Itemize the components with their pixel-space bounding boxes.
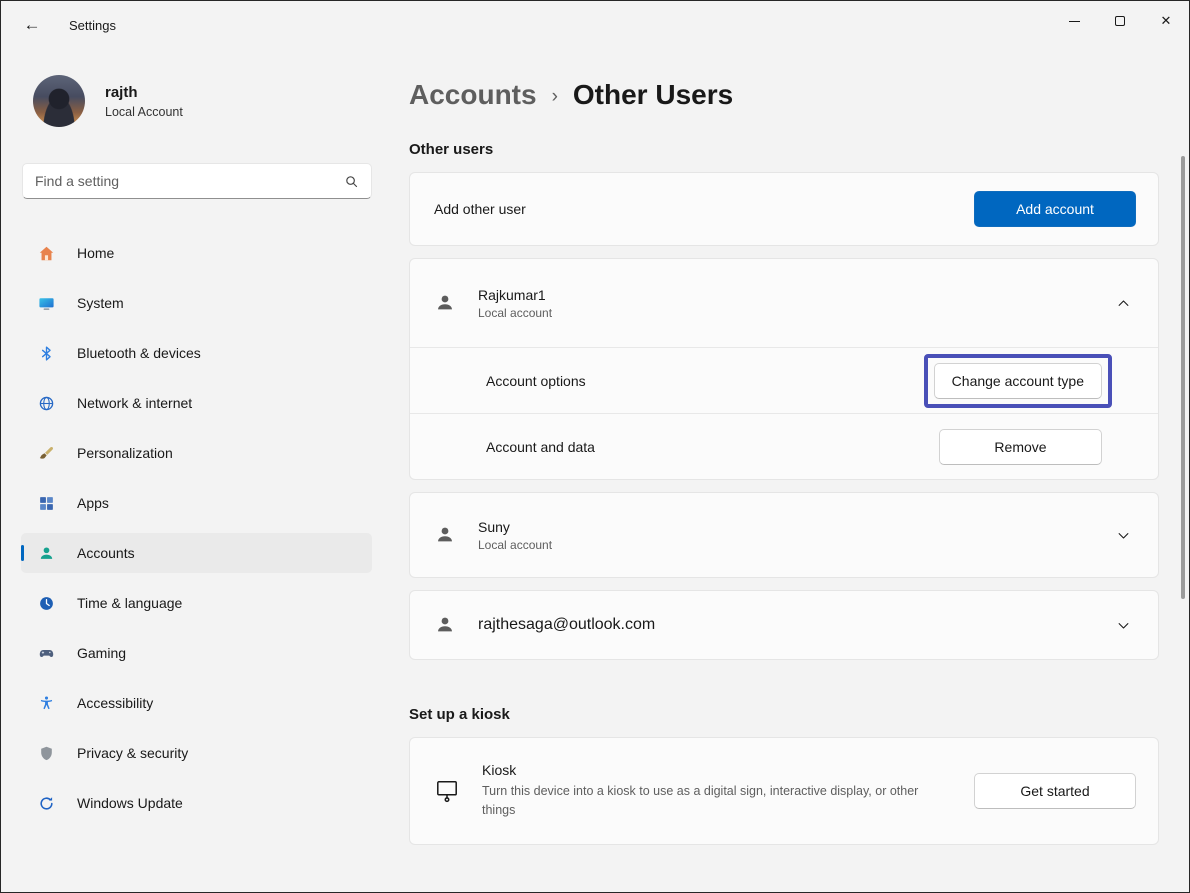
account-expander-rajkumar1: Rajkumar1 Local account Account options … (409, 258, 1159, 480)
sidebar-item-label: Time & language (77, 595, 182, 611)
time-language-icon (38, 595, 55, 612)
accessibility-icon (38, 695, 55, 712)
account-subtitle: Local account (478, 538, 552, 552)
personalization-icon (38, 445, 55, 462)
kiosk-title: Kiosk (482, 762, 952, 778)
sidebar-item-accessibility[interactable]: Accessibility (21, 683, 372, 723)
main-content: Accounts › Other Users Other users Add o… (391, 49, 1189, 892)
other-users-heading: Other users (409, 141, 1159, 158)
windows-update-icon (38, 795, 55, 812)
chevron-down-icon[interactable] (1110, 528, 1136, 543)
kiosk-description: Turn this device into a kiosk to use as … (482, 782, 952, 821)
page-title: Other Users (573, 79, 733, 111)
sidebar-item-bluetooth[interactable]: Bluetooth & devices (21, 333, 372, 373)
user-account-type: Local Account (105, 105, 183, 119)
search-icon (344, 174, 359, 189)
sidebar-item-label: Gaming (77, 645, 126, 661)
sidebar-item-label: Accounts (77, 545, 135, 561)
kiosk-heading: Set up a kiosk (409, 706, 1159, 723)
account-name: rajthesaga@outlook.com (478, 616, 655, 634)
close-button[interactable]: ✕ (1143, 1, 1189, 41)
get-started-button[interactable]: Get started (974, 773, 1136, 809)
sidebar-item-system[interactable]: System (21, 283, 372, 323)
search-box[interactable] (22, 163, 372, 199)
breadcrumb: Accounts › Other Users (409, 79, 1159, 111)
sidebar-item-apps[interactable]: Apps (21, 483, 372, 523)
maximize-icon (1115, 16, 1125, 26)
user-icon (434, 524, 456, 546)
account-name: Rajkumar1 (478, 287, 552, 303)
sidebar-item-windows-update[interactable]: Windows Update (21, 783, 372, 823)
apps-icon (38, 495, 55, 512)
user-name: rajth (105, 84, 183, 102)
close-icon: ✕ (1161, 13, 1172, 29)
account-and-data-row: Account and data Remove (410, 413, 1158, 479)
account-row-outlook[interactable]: rajthesaga@outlook.com (409, 590, 1159, 660)
breadcrumb-separator-icon: › (552, 82, 558, 108)
add-account-button[interactable]: Add account (974, 191, 1136, 227)
sidebar-item-time-language[interactable]: Time & language (21, 583, 372, 623)
sidebar-item-label: Windows Update (77, 795, 183, 811)
sidebar-item-accounts[interactable]: Accounts (21, 533, 372, 573)
sidebar-item-network[interactable]: Network & internet (21, 383, 372, 423)
sidebar-item-label: Accessibility (77, 695, 153, 711)
privacy-icon (38, 745, 55, 762)
account-options-label: Account options (486, 373, 586, 389)
sidebar-item-label: Apps (77, 495, 109, 511)
avatar (33, 75, 85, 127)
breadcrumb-accounts[interactable]: Accounts (409, 79, 537, 111)
sidebar-item-personalization[interactable]: Personalization (21, 433, 372, 473)
scrollbar[interactable] (1181, 156, 1185, 599)
system-icon (38, 295, 55, 312)
sidebar-item-gaming[interactable]: Gaming (21, 633, 372, 673)
chevron-up-icon[interactable] (1110, 296, 1136, 311)
back-icon: ← (24, 15, 41, 35)
sidebar-item-label: Privacy & security (77, 745, 188, 761)
account-subtitle: Local account (478, 306, 552, 320)
network-icon (38, 395, 55, 412)
sidebar-item-label: Network & internet (77, 395, 192, 411)
accounts-icon (38, 545, 55, 562)
window-title: Settings (69, 18, 116, 33)
add-other-user-label: Add other user (434, 201, 526, 217)
account-name: Suny (478, 519, 552, 535)
remove-button[interactable]: Remove (939, 429, 1102, 465)
sidebar-item-privacy-security[interactable]: Privacy & security (21, 733, 372, 773)
sidebar-nav: Home System Bluetooth & devices (1, 233, 391, 833)
home-icon (38, 245, 55, 262)
titlebar: ← Settings ✕ (1, 1, 1189, 49)
sidebar-item-label: Home (77, 245, 114, 261)
search-input[interactable] (35, 173, 335, 189)
account-header-rajkumar1[interactable]: Rajkumar1 Local account (410, 259, 1158, 347)
account-and-data-label: Account and data (486, 439, 595, 455)
back-button[interactable]: ← (15, 8, 49, 42)
bluetooth-icon (38, 345, 55, 362)
kiosk-icon (434, 778, 460, 804)
user-icon (434, 614, 456, 636)
sidebar-item-home[interactable]: Home (21, 233, 372, 273)
account-row-suny[interactable]: Suny Local account (409, 492, 1159, 578)
account-options-row: Account options Change account type (410, 347, 1158, 413)
sidebar-item-label: Bluetooth & devices (77, 345, 201, 361)
gaming-icon (38, 645, 55, 662)
settings-window: ← Settings ✕ rajth Local Account (0, 0, 1190, 893)
sidebar-item-label: System (77, 295, 124, 311)
add-other-user-row: Add other user Add account (409, 172, 1159, 246)
maximize-button[interactable] (1097, 1, 1143, 41)
user-icon (434, 292, 456, 314)
minimize-icon (1069, 21, 1080, 22)
minimize-button[interactable] (1051, 1, 1097, 41)
user-profile[interactable]: rajth Local Account (33, 75, 391, 127)
chevron-down-icon[interactable] (1110, 618, 1136, 633)
kiosk-row: Kiosk Turn this device into a kiosk to u… (409, 737, 1159, 845)
change-account-type-button[interactable]: Change account type (934, 363, 1102, 399)
sidebar-item-label: Personalization (77, 445, 173, 461)
sidebar: rajth Local Account Home (1, 49, 391, 892)
